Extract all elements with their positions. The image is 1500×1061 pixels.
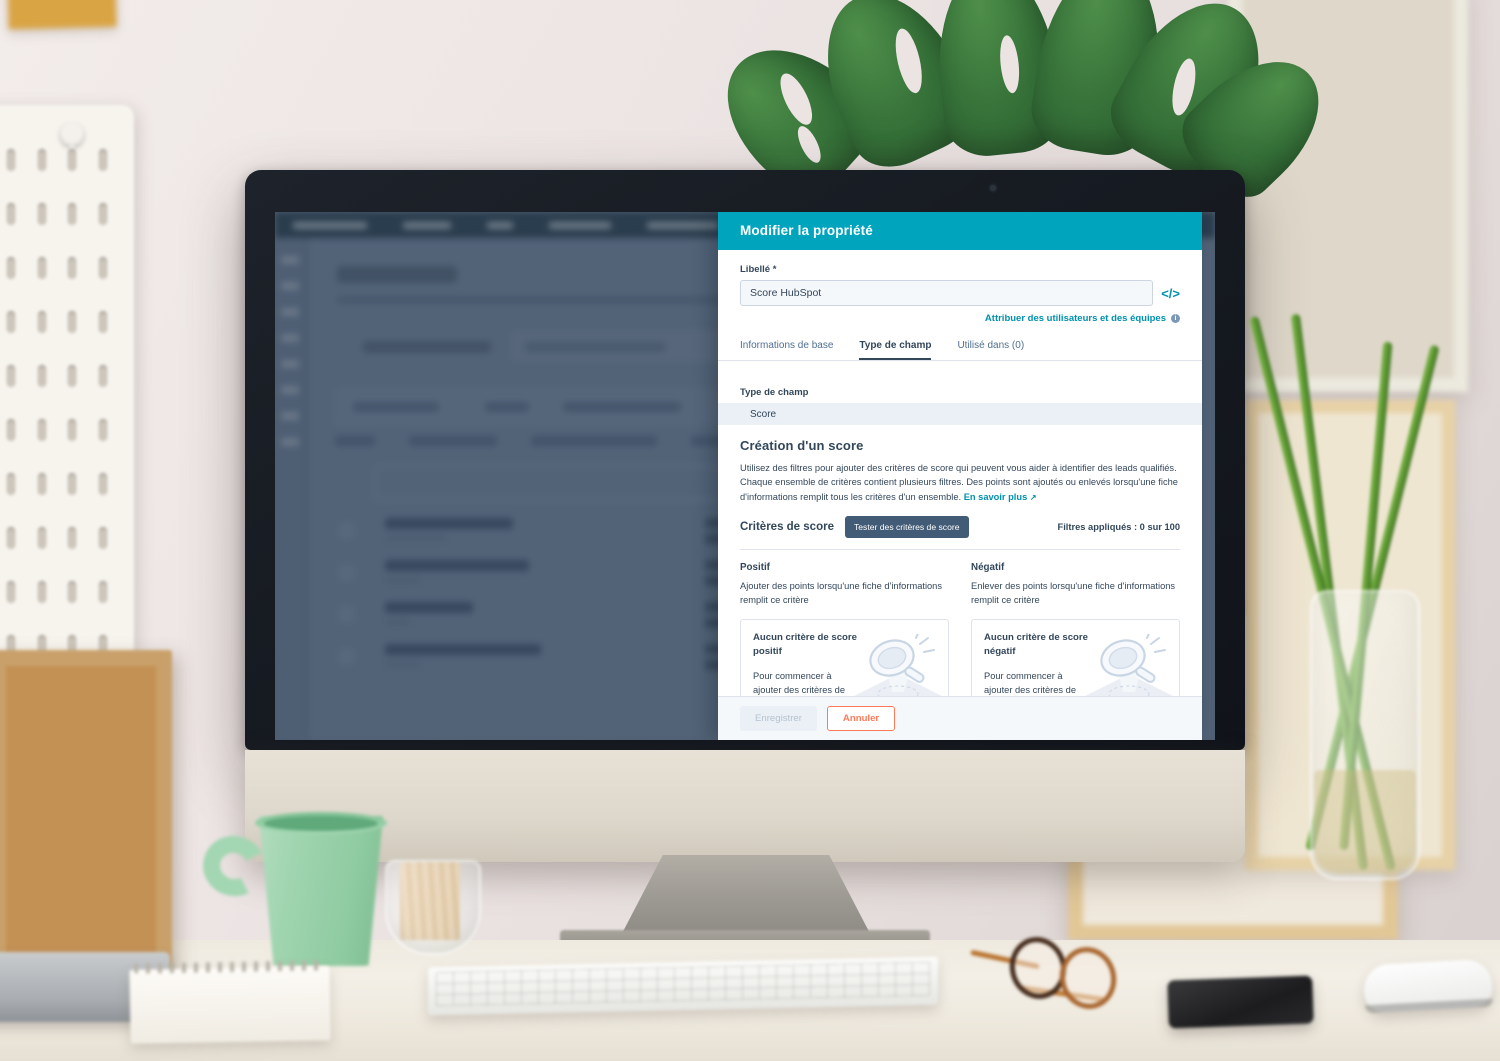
cancel-button[interactable]: Annuler xyxy=(826,706,896,731)
monstera-plant xyxy=(698,0,1346,211)
filters-applied-count: Filtres appliqués : 0 sur 100 xyxy=(1057,522,1180,533)
modal-content: Libellé * Score HubSpot </> Attribuer de… xyxy=(718,250,1202,696)
monitor-chin xyxy=(245,750,1245,862)
learn-more-link[interactable]: En savoir plus xyxy=(964,492,1028,502)
field-type-value[interactable]: Score xyxy=(718,403,1202,425)
field-type-label: Type de champ xyxy=(740,387,809,398)
negative-empty-body: Pour commencer à ajouter des critères de… xyxy=(984,670,1076,696)
edit-property-modal: Modifier la propriété Libellé * Score Hu… xyxy=(718,212,1202,740)
monitor-screen: Modifier la propriété Libellé * Score Hu… xyxy=(275,212,1215,740)
tab-utilise-dans[interactable]: Utilisé dans (0) xyxy=(957,340,1024,360)
criteria-columns: Positif Ajouter des points lorsqu'une fi… xyxy=(740,549,1180,696)
modal-tabs: Informations de base Type de champ Utili… xyxy=(718,340,1202,361)
webcam xyxy=(990,185,996,191)
label-field-label: Libellé * xyxy=(740,264,777,275)
tab-type-de-champ[interactable]: Type de champ xyxy=(859,340,932,360)
info-icon[interactable]: i xyxy=(1171,314,1180,323)
score-section-heading: Création d'un score xyxy=(740,438,864,453)
positive-column: Positif Ajouter des points lorsqu'une fi… xyxy=(740,562,949,696)
negative-empty-state: Aucun critère de score négatif Pour comm… xyxy=(971,619,1180,696)
magnifying-glass-icon xyxy=(854,634,942,696)
negative-heading: Négatif xyxy=(971,562,1005,574)
negative-empty-title: Aucun critère de score négatif xyxy=(984,632,1088,658)
positive-empty-body: Pour commencer à ajouter des critères de… xyxy=(753,670,845,696)
criteria-title: Critères de score xyxy=(740,521,834,534)
criteria-toolbar: Critères de score Tester des critères de… xyxy=(740,516,1180,539)
positive-heading: Positif xyxy=(740,562,770,574)
modal-title: Modifier la propriété xyxy=(718,212,1202,250)
test-score-criteria-button[interactable]: Tester des critères de score xyxy=(844,516,969,539)
positive-description: Ajouter des points lorsqu'une fiche d'in… xyxy=(740,581,942,606)
score-description-text: Utilisez des filtres pour ajouter des cr… xyxy=(740,463,1178,502)
assign-users-teams-link[interactable]: Attribuer des utilisateurs et des équipe… xyxy=(985,313,1166,324)
score-section-description: Utilisez des filtres pour ajouter des cr… xyxy=(740,461,1180,504)
modal-footer: Enregistrer Annuler xyxy=(718,696,1202,740)
label-input[interactable]: Score HubSpot xyxy=(740,280,1154,306)
negative-column: Négatif Enlever des points lorsqu'une fi… xyxy=(971,562,1180,696)
external-link-icon: ↗ xyxy=(1029,492,1037,502)
negative-description: Enlever des points lorsqu'une fiche d'in… xyxy=(971,581,1176,606)
positive-empty-state: Aucun critère de score positif Pour comm… xyxy=(740,619,949,696)
assign-row: Attribuer des utilisateurs et des équipe… xyxy=(740,313,1180,324)
positive-empty-title: Aucun critère de score positif xyxy=(753,632,857,658)
code-icon[interactable]: </> xyxy=(1161,287,1180,300)
save-button[interactable]: Enregistrer xyxy=(740,706,817,731)
magnifying-glass-icon xyxy=(1085,634,1173,696)
tab-informations-de-base[interactable]: Informations de base xyxy=(740,340,833,360)
desk-scene-photo: Modifier la propriété Libellé * Score Hu… xyxy=(0,0,1500,1061)
